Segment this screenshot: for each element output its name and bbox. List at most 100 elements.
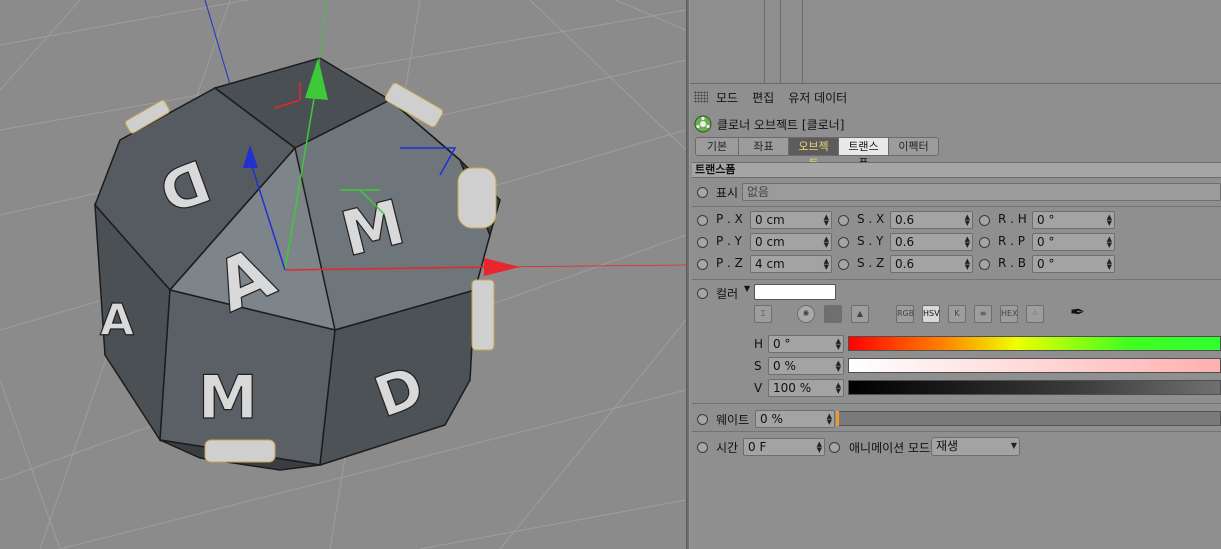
sz-value: 0.6 xyxy=(895,257,915,271)
pz-value: 4 cm xyxy=(755,257,785,271)
rb-label: R . B xyxy=(998,256,1027,270)
py-label: P . Y xyxy=(716,234,743,248)
px-value: 0 cm xyxy=(755,213,785,227)
sx-field[interactable]: 0.6 ▲ ▼ xyxy=(890,211,973,229)
px-field[interactable]: 0 cm ▲ ▼ xyxy=(750,211,832,229)
face-letter-m2: M xyxy=(198,363,258,433)
tab-effectors[interactable]: 이펙터 xyxy=(889,137,939,156)
spectrum-icon[interactable] xyxy=(824,305,842,323)
animation-mode-select[interactable]: 재생 ▼ xyxy=(931,437,1020,456)
display-label: 표시 xyxy=(716,186,739,200)
display-value: 없음 xyxy=(747,185,770,199)
color-label: 컬러 xyxy=(716,287,739,301)
animation-mode-radio[interactable] xyxy=(829,442,840,453)
sx-value: 0.6 xyxy=(895,213,915,227)
hex-button[interactable]: HEX xyxy=(1000,305,1018,323)
divider xyxy=(692,206,1221,207)
sz-label: S . Z xyxy=(857,256,885,270)
sx-radio[interactable] xyxy=(838,215,849,226)
sy-field[interactable]: 0.6 ▲ ▼ xyxy=(890,233,973,251)
divider xyxy=(692,403,1221,404)
display-radio[interactable] xyxy=(697,187,708,198)
rp-radio[interactable] xyxy=(979,237,990,248)
weight-value: 0 % xyxy=(760,412,783,426)
display-select[interactable]: 없음 xyxy=(742,183,1221,201)
weight-label: 웨이트 xyxy=(716,413,750,427)
sy-radio[interactable] xyxy=(838,237,849,248)
menu-user-data[interactable]: 유저 데이터 xyxy=(788,89,847,106)
rb-radio[interactable] xyxy=(979,259,990,270)
time-radio[interactable] xyxy=(697,442,708,453)
animation-mode-label: 애니메이션 모드 xyxy=(849,441,931,455)
face-letter-a2: A xyxy=(100,295,134,346)
pz-field[interactable]: 4 cm ▲ ▼ xyxy=(750,255,832,273)
h-field[interactable]: 0 ° ▲ ▼ xyxy=(768,335,844,353)
color-wheel-icon[interactable]: ✺ xyxy=(797,305,815,323)
viewport-scene: D A M M A D xyxy=(0,0,686,549)
kelvin-button[interactable]: K xyxy=(948,305,966,323)
s-field[interactable]: 0 % ▲ ▼ xyxy=(768,357,844,375)
x-axis-arrow xyxy=(484,258,520,276)
pz-radio[interactable] xyxy=(697,259,708,270)
rb-field[interactable]: 0 ° ▲ ▼ xyxy=(1032,255,1115,273)
attribute-manager: 모드 편집 유저 데이터 클로너 오브젝트 [클로너] 기본 좌표 오브젝트 트… xyxy=(690,0,1221,549)
py-field[interactable]: 0 cm ▲ ▼ xyxy=(750,233,832,251)
value-slider[interactable] xyxy=(848,380,1221,395)
object-title: 클로너 오브젝트 [클로너] xyxy=(717,117,845,132)
sy-label: S . Y xyxy=(857,234,884,248)
time-label: 시간 xyxy=(716,441,739,455)
rb-value: 0 ° xyxy=(1037,257,1055,271)
saturation-slider[interactable] xyxy=(848,358,1221,373)
menu-mode[interactable]: 모드 xyxy=(716,89,738,106)
eyedropper-icon[interactable]: ✒ xyxy=(1070,302,1085,323)
color-swatch[interactable] xyxy=(754,284,836,300)
tab-basic[interactable]: 기본 xyxy=(695,137,739,156)
animation-mode-value: 재생 xyxy=(936,439,959,453)
weight-slider[interactable] xyxy=(836,411,1221,426)
chevron-down-icon: ▼ xyxy=(1010,441,1017,450)
rp-label: R . P xyxy=(998,234,1026,248)
color-radio[interactable] xyxy=(697,288,708,299)
hsv-button[interactable]: HSV xyxy=(922,305,940,323)
image-icon[interactable]: ▲ xyxy=(851,305,869,323)
mixer-icon[interactable]: ≡ xyxy=(974,305,992,323)
s-label: S xyxy=(754,359,762,373)
weight-field[interactable]: 0 % ▲ ▼ xyxy=(755,410,835,428)
object-manager-area xyxy=(690,0,1221,84)
px-label: P . X xyxy=(716,212,743,226)
attribute-tabs: 기본 좌표 오브젝트 트랜스폼 이펙터 xyxy=(695,137,939,170)
weight-slider-handle[interactable] xyxy=(836,411,839,426)
v-value: 100 % xyxy=(773,381,812,395)
rgb-button[interactable]: RGB xyxy=(896,305,914,323)
py-value: 0 cm xyxy=(755,235,785,249)
color-expand-icon[interactable]: ▼ xyxy=(744,284,750,293)
hue-slider[interactable] xyxy=(848,336,1221,351)
tab-coord[interactable]: 좌표 xyxy=(739,137,789,156)
3d-viewport[interactable]: D A M M A D xyxy=(0,0,686,549)
py-radio[interactable] xyxy=(697,237,708,248)
v-label: V xyxy=(754,381,763,395)
rp-field[interactable]: 0 ° ▲ ▼ xyxy=(1032,233,1115,251)
color-picker-icon[interactable]: ⌶ xyxy=(754,305,772,323)
cloner-icon xyxy=(694,115,712,133)
section-title[interactable]: 트랜스폼 xyxy=(692,162,1221,178)
swatches-icon[interactable]: ⁘ xyxy=(1026,305,1044,323)
time-field[interactable]: 0 F ▲ ▼ xyxy=(743,438,825,456)
time-value: 0 F xyxy=(748,440,767,454)
sz-field[interactable]: 0.6 ▲ ▼ xyxy=(890,255,973,273)
menu-edit[interactable]: 편집 xyxy=(752,89,774,106)
tab-transform[interactable]: 트랜스폼 xyxy=(839,137,889,170)
grip-icon[interactable] xyxy=(694,91,708,103)
h-value: 0 ° xyxy=(773,337,791,351)
sz-radio[interactable] xyxy=(838,259,849,270)
s-value: 0 % xyxy=(773,359,796,373)
rh-field[interactable]: 0 ° ▲ ▼ xyxy=(1032,211,1115,229)
rh-value: 0 ° xyxy=(1037,213,1055,227)
object-title-row: 클로너 오브젝트 [클로너] xyxy=(694,114,844,134)
weight-radio[interactable] xyxy=(697,414,708,425)
v-field[interactable]: 100 % ▲ ▼ xyxy=(768,379,844,397)
tab-object[interactable]: 오브젝트 xyxy=(789,137,839,170)
sy-value: 0.6 xyxy=(895,235,915,249)
px-radio[interactable] xyxy=(697,215,708,226)
rh-radio[interactable] xyxy=(979,215,990,226)
